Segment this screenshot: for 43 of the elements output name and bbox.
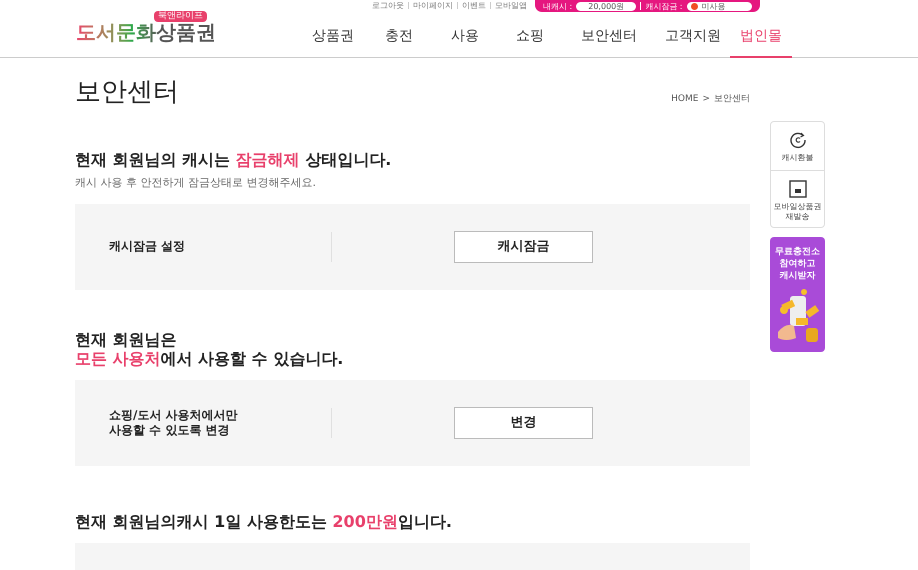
section-heading: 현재 회원님의캐시 1일 사용한도는 xyxy=(75,512,328,530)
nav-tab[interactable]: 고객지원 xyxy=(656,16,730,58)
quick-menu-item[interactable]: 모바일상품권 재발송 xyxy=(771,170,824,227)
page-title: 보안센터 xyxy=(75,76,179,108)
highlighted-heading-text: 모든 사용처 xyxy=(75,348,161,368)
action-button[interactable]: 캐시잠금 xyxy=(454,230,593,262)
banner-text: 무료충전소 참여하고 캐시받자 xyxy=(775,246,820,282)
breadcrumb-link[interactable]: HOME xyxy=(671,92,698,106)
breadcrumb-text: > xyxy=(702,92,710,106)
section-heading: 현재 회원님은 xyxy=(75,330,177,348)
section-heading: 상태입니다. xyxy=(304,150,392,169)
nav-tab[interactable]: 사용 xyxy=(432,16,498,58)
quick-menu-item[interactable]: 캐시환불 xyxy=(771,122,824,170)
nav-tab[interactable]: 충전 xyxy=(366,16,432,58)
utility-link[interactable]: 마이페이지 xyxy=(413,1,453,10)
panel-label: 쇼핑/도서 사용처에서만 xyxy=(109,408,239,422)
utility-link[interactable]: 모바일앱 xyxy=(495,1,527,10)
quick-menu-label: 캐시환불 xyxy=(782,153,814,163)
section-heading: 입니다. xyxy=(398,512,452,530)
nav-tab[interactable]: 법인몰 xyxy=(730,16,792,58)
quick-menu-label: 모바일상품권 재발송 xyxy=(774,202,822,222)
panel-label: 사용할 수 있도록 변경 xyxy=(109,422,231,438)
logo-badge: 북앤라이프 xyxy=(154,11,207,22)
refresh-coin-icon xyxy=(788,131,806,149)
panel-label: 캐시잠금 설정 xyxy=(109,239,186,254)
cash-label: 내캐시 : xyxy=(543,2,572,10)
lock-label: 캐시잠금 : xyxy=(645,2,682,10)
promo-banner[interactable]: 무료충전소 참여하고 캐시받자 xyxy=(770,237,825,352)
nav-tab[interactable]: 상품권 xyxy=(300,16,366,58)
breadcrumb-text: 보안센터 xyxy=(714,92,750,106)
card-icon xyxy=(788,180,806,198)
section-subtext: 캐시 사용 후 안전하게 잠금상태로 변경해주세요. xyxy=(75,175,317,191)
nav-tab[interactable]: 쇼핑 xyxy=(498,16,562,58)
cash-value: 20,000원 xyxy=(576,2,636,10)
section-heading: 에서 사용할 수 있습니다. xyxy=(160,348,344,368)
highlighted-heading-text: 200만원 xyxy=(332,512,398,530)
section-heading: 현재 회원님의 캐시는 xyxy=(75,150,232,169)
action-button[interactable]: 변경 xyxy=(454,406,593,438)
nav-tab[interactable]: 보안센터 xyxy=(562,16,656,58)
utility-link[interactable]: 로그아웃 xyxy=(372,1,404,10)
highlighted-heading-text: 잠금해제 xyxy=(236,150,300,169)
lock-value: 미사용 xyxy=(702,2,726,10)
utility-link[interactable]: 이벤트 xyxy=(462,1,486,10)
